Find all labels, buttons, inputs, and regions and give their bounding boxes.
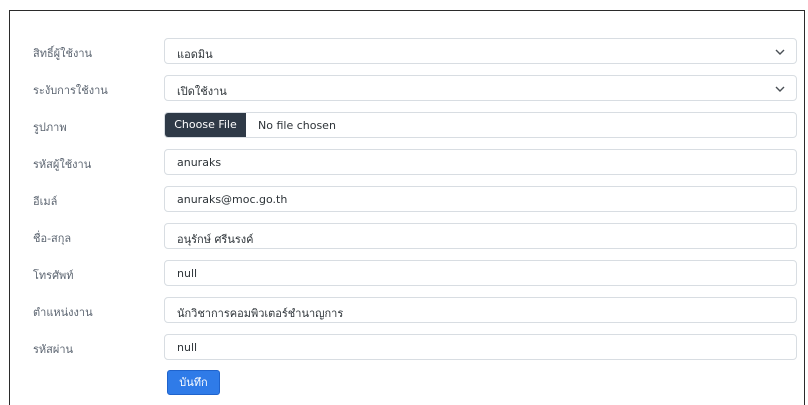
- choose-file-button[interactable]: Choose File: [165, 113, 246, 137]
- chevron-down-icon: [775, 49, 785, 55]
- image-label: รูปภาพ: [33, 121, 67, 134]
- chevron-down-icon: [775, 86, 785, 92]
- email-label: อีเมล์: [33, 195, 58, 208]
- form-row-username: รหัสผู้ใช้งาน anuraks: [10, 149, 806, 175]
- form-row-image: รูปภาพ Choose File No file chosen: [10, 112, 806, 138]
- user-edit-form: สิทธิ์ผู้ใช้งาน แอดมิน ระงับการใช้งาน เป…: [9, 10, 805, 405]
- form-row-phone: โทรศัพท์ null: [10, 260, 806, 286]
- form-row-status: ระงับการใช้งาน เปิดใช้งาน: [10, 75, 806, 101]
- save-button[interactable]: บันทึก: [167, 370, 220, 395]
- password-label: รหัสผ่าน: [33, 343, 74, 356]
- form-row-password: รหัสผ่าน null: [10, 334, 806, 360]
- status-select-value: เปิดใช้งาน: [177, 85, 227, 98]
- status-select[interactable]: เปิดใช้งาน: [164, 75, 797, 101]
- email-value: anuraks@moc.go.th: [177, 193, 288, 206]
- position-value: นักวิชาการคอมพิวเตอร์ชำนาญการ: [177, 307, 344, 320]
- password-input[interactable]: null: [164, 334, 797, 360]
- status-label: ระงับการใช้งาน: [33, 84, 108, 97]
- image-file-input[interactable]: Choose File No file chosen: [164, 112, 797, 138]
- username-input[interactable]: anuraks: [164, 149, 797, 175]
- password-value: null: [177, 341, 198, 354]
- role-label: สิทธิ์ผู้ใช้งาน: [33, 47, 93, 60]
- fullname-value: อนุรักษ์ ศรีนรงค์: [177, 233, 254, 246]
- email-input[interactable]: anuraks@moc.go.th: [164, 186, 797, 212]
- username-value: anuraks: [177, 156, 222, 169]
- position-label: ตำแหน่งงาน: [33, 306, 93, 319]
- phone-input[interactable]: null: [164, 260, 797, 286]
- form-row-role: สิทธิ์ผู้ใช้งาน แอดมิน: [10, 38, 806, 64]
- phone-value: null: [177, 267, 198, 280]
- form-row-email: อีเมล์ anuraks@moc.go.th: [10, 186, 806, 212]
- fullname-label: ชื่อ-สกุล: [33, 232, 72, 245]
- file-name-text: No file chosen: [258, 119, 336, 132]
- role-select-value: แอดมิน: [177, 48, 213, 61]
- form-row-position: ตำแหน่งงาน นักวิชาการคอมพิวเตอร์ชำนาญการ: [10, 297, 806, 323]
- fullname-input[interactable]: อนุรักษ์ ศรีนรงค์: [164, 223, 797, 249]
- username-label: รหัสผู้ใช้งาน: [33, 158, 92, 171]
- position-input[interactable]: นักวิชาการคอมพิวเตอร์ชำนาญการ: [164, 297, 797, 323]
- phone-label: โทรศัพท์: [33, 269, 74, 282]
- form-row-fullname: ชื่อ-สกุล อนุรักษ์ ศรีนรงค์: [10, 223, 806, 249]
- role-select[interactable]: แอดมิน: [164, 38, 797, 64]
